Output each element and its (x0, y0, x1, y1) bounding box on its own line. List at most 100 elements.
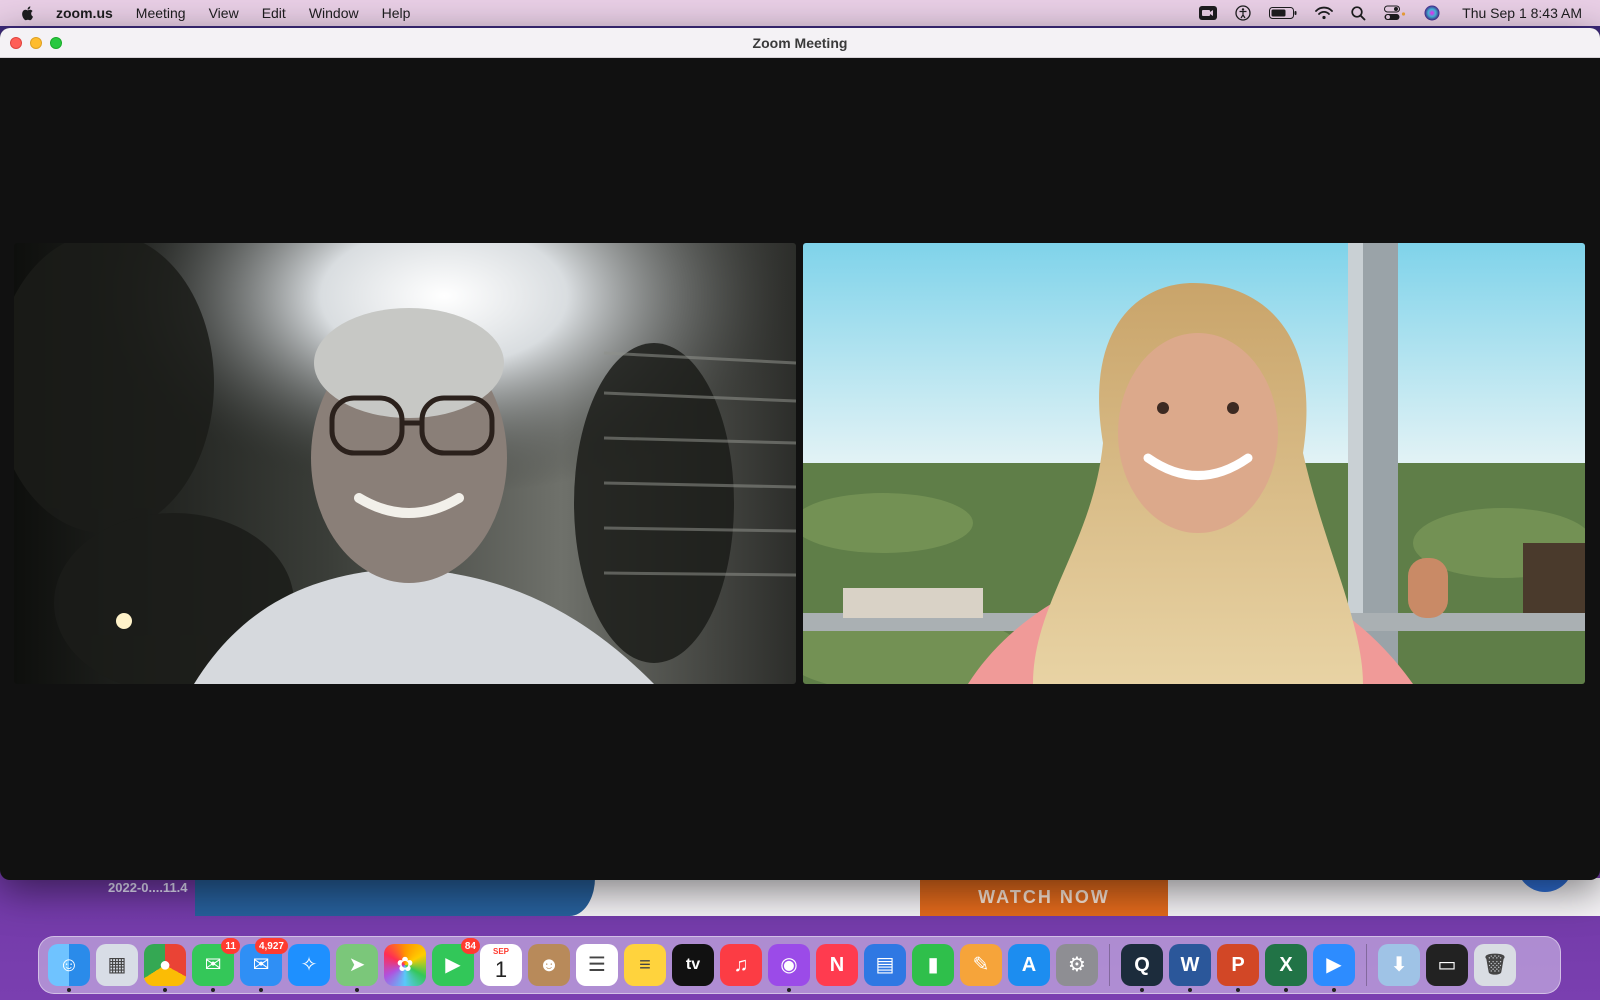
dock-pages-icon[interactable]: ✎ (960, 944, 1002, 986)
system-preferences-glyph: ⚙ (1068, 954, 1086, 976)
dock-contacts-icon[interactable]: ☻ (528, 944, 570, 986)
maps-glyph: ➤ (348, 954, 366, 976)
dock-music-icon[interactable]: ♫ (720, 944, 762, 986)
dock-app-store-icon[interactable]: A (1008, 944, 1050, 986)
chrome-glyph: ● (158, 954, 172, 976)
downloads-stack-glyph: ⬇ (1390, 954, 1408, 976)
zoom-glyph: ▶ (1326, 954, 1342, 976)
calendar-day-label: 1 (494, 957, 508, 982)
menubar-clock[interactable]: Thu Sep 1 8:43 AM (1462, 5, 1582, 21)
background-webpage: WATCH NOW (195, 878, 1600, 916)
running-indicator (1284, 988, 1288, 992)
dock-separator (1109, 944, 1110, 986)
dock-word-icon[interactable]: W (1169, 944, 1211, 992)
app-store-glyph: A (1021, 954, 1037, 976)
running-indicator (1332, 988, 1336, 992)
dock-powerpoint-icon[interactable]: P (1217, 944, 1259, 992)
wifi-icon[interactable] (1315, 6, 1334, 20)
dock-news-icon[interactable]: N (816, 944, 858, 986)
safari-glyph: ✧ (300, 954, 318, 976)
music-glyph: ♫ (733, 954, 749, 976)
battery-icon[interactable] (1269, 6, 1297, 20)
dock-quicktime-icon[interactable]: Q (1121, 944, 1163, 992)
running-indicator (259, 988, 263, 992)
excel-glyph: X (1279, 954, 1293, 976)
dock-launchpad-icon[interactable]: ▦ (96, 944, 138, 986)
apple-tv-label: tv (685, 956, 701, 973)
calendar-month-label: SEP (492, 947, 509, 956)
dock-chrome-icon[interactable]: ● (144, 944, 186, 992)
dock-separator (1366, 944, 1367, 986)
app-menu[interactable]: zoom.us (56, 5, 113, 21)
close-window-button[interactable] (10, 37, 22, 49)
participant-video-tile-1[interactable] (14, 243, 796, 684)
meeting-menu[interactable]: Meeting (136, 5, 186, 21)
participant-video-tile-2[interactable] (803, 243, 1585, 684)
quicktime-glyph: Q (1134, 954, 1150, 976)
trash-glyph: 🗑 (1482, 954, 1508, 976)
running-indicator (67, 988, 71, 992)
dock-zoom-icon[interactable]: ▶ (1313, 944, 1355, 992)
pages-glyph: ✎ (972, 954, 990, 976)
finder-glyph: ☺ (58, 954, 80, 976)
dock-notes-icon[interactable]: ≡ (624, 944, 666, 986)
dock-maps-icon[interactable]: ➤ (336, 944, 378, 992)
accessibility-icon[interactable] (1235, 5, 1251, 21)
dock-excel-icon[interactable]: X (1265, 944, 1307, 992)
dock-trash-icon[interactable]: 🗑 (1474, 944, 1516, 986)
apple-menu-icon[interactable] (20, 5, 36, 21)
dock-finder-icon[interactable]: ☺ (48, 944, 90, 992)
search-icon[interactable] (1351, 5, 1366, 21)
siri-icon[interactable] (1424, 5, 1440, 21)
view-menu[interactable]: View (209, 5, 239, 21)
desktop-file-label[interactable]: 2022-0....11.4 (108, 880, 188, 895)
photos-glyph: ✿ (396, 954, 414, 976)
window-titlebar[interactable]: Zoom Meeting (0, 28, 1600, 58)
notification-badge: 11 (221, 938, 240, 954)
word-glyph: W (1180, 954, 1200, 976)
podcasts-glyph: ◉ (780, 954, 798, 976)
dock-apple-tv-icon[interactable]: tv (672, 944, 714, 986)
dock-mail-icon[interactable]: ✉ 4,927 (240, 938, 288, 992)
messages-glyph: ✉ (204, 954, 222, 976)
running-indicator (1236, 988, 1240, 992)
running-indicator (211, 988, 215, 992)
minimize-window-button[interactable] (30, 37, 42, 49)
background-banner-shape (195, 878, 595, 916)
powerpoint-glyph: P (1231, 954, 1245, 976)
zoom-window-button[interactable] (50, 37, 62, 49)
dock-facetime-icon[interactable]: ▶ 84 (432, 938, 480, 986)
screenshot-stack-glyph: ▭ (1437, 954, 1457, 976)
dock-system-preferences-icon[interactable]: ⚙ (1056, 944, 1098, 986)
dock-calendar-icon[interactable]: SEP 1 (480, 944, 522, 986)
window-menu[interactable]: Window (309, 5, 359, 21)
dock-screenshot-stack-icon[interactable]: ▭ (1426, 944, 1468, 986)
watch-now-button[interactable]: WATCH NOW (920, 878, 1168, 916)
reminders-glyph: ☰ (588, 954, 606, 976)
notes-glyph: ≡ (639, 954, 651, 976)
edit-menu[interactable]: Edit (262, 5, 286, 21)
participant-video-2 (803, 243, 1585, 684)
dock-messages-icon[interactable]: ✉ 11 (192, 938, 240, 992)
notification-badge: 84 (460, 938, 480, 954)
dock: ☺ ▦ ● ✉ 11 ✉ 4,927 ✧ ➤ ✿ ▶ 84 SEP 1 ☻ ☰ ≡ tv ♫ ◉ N ▤ ▮ ✎ A ⚙ Q W P X ▶… (38, 936, 1561, 994)
mail-glyph: ✉ (252, 954, 270, 976)
contacts-glyph: ☻ (538, 954, 560, 976)
dock-photos-icon[interactable]: ✿ (384, 944, 426, 986)
zoom-video-icon[interactable] (1199, 5, 1218, 21)
control-center-icon[interactable] (1384, 5, 1406, 21)
dock-podcasts-icon[interactable]: ◉ (768, 944, 810, 992)
keynote-glyph: ▤ (875, 954, 895, 976)
facetime-glyph: ▶ (445, 954, 461, 976)
numbers-glyph: ▮ (927, 954, 939, 976)
help-menu[interactable]: Help (382, 5, 411, 21)
dock-safari-icon[interactable]: ✧ (288, 944, 330, 986)
dock-reminders-icon[interactable]: ☰ (576, 944, 618, 986)
dock-downloads-stack-icon[interactable]: ⬇ (1378, 944, 1420, 986)
running-indicator (1188, 988, 1192, 992)
zoom-meeting-window: Zoom Meeting (0, 28, 1600, 880)
notification-badge: 4,927 (254, 938, 288, 954)
participant-video-1 (14, 243, 796, 684)
dock-keynote-icon[interactable]: ▤ (864, 944, 906, 986)
dock-numbers-icon[interactable]: ▮ (912, 944, 954, 986)
